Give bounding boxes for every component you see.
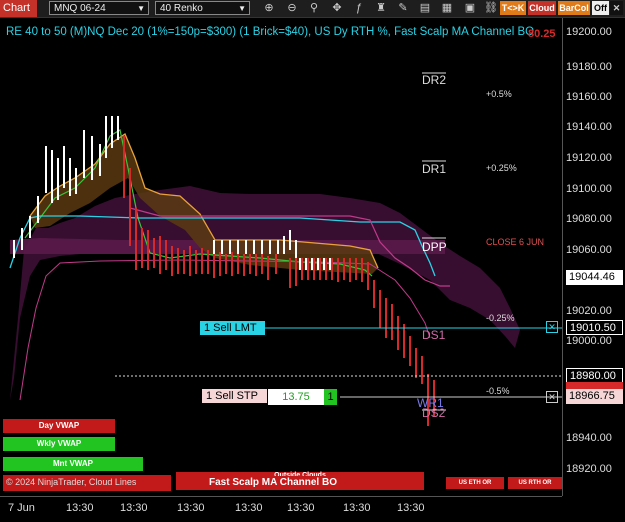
crosshair-icon[interactable]: ✥: [330, 1, 344, 15]
cancel-stp-icon[interactable]: ✕: [546, 391, 558, 403]
y-tick: 19060.00: [566, 244, 612, 256]
chevron-down-icon: ▼: [238, 4, 246, 13]
tck-button[interactable]: T<>K: [500, 1, 526, 15]
y-tick: 19140.00: [566, 121, 612, 133]
y-tick: 19120.00: [566, 152, 612, 164]
off-button[interactable]: Off: [592, 1, 609, 15]
strategy-icon[interactable]: ♜: [374, 1, 388, 15]
current-price-box: 19044.46: [566, 270, 623, 285]
pct-plus-025: +0.25%: [486, 163, 517, 173]
y-tick: 19180.00: [566, 61, 612, 73]
stp-qty[interactable]: 1: [324, 389, 337, 405]
sell-stp-order[interactable]: 1 Sell STP: [202, 389, 267, 403]
cloud-button[interactable]: Cloud: [528, 1, 556, 15]
stp-price-box: 18966.75: [566, 389, 623, 404]
day-vwap-badge: Day VWAP: [3, 419, 115, 433]
pct-minus-025: -0.25%: [486, 313, 515, 323]
x-tick: 13:30: [397, 502, 425, 514]
y-tick: 19100.00: [566, 183, 612, 195]
bar-type-value: 40 Renko: [160, 3, 203, 14]
us-eth-or-badge: US ETH OR: [446, 477, 504, 489]
cancel-lmt-icon[interactable]: ✕: [546, 321, 558, 333]
data-box-icon[interactable]: ▦: [440, 1, 454, 15]
zoom-in-icon[interactable]: ⊕: [262, 1, 276, 15]
y-tick: 19080.00: [566, 213, 612, 225]
red-bricks: [123, 136, 435, 426]
x-tick: 13:30: [287, 502, 315, 514]
x-tick: 13:30: [235, 502, 263, 514]
chart-title: RE 40 to 50 (M)NQ Dec 20 (1%=150p=$300) …: [6, 26, 535, 38]
y-tick: 19000.00: [566, 335, 612, 347]
wkly-vwap-badge: Wkly VWAP: [3, 437, 115, 451]
line-price-box: 18980.00: [566, 368, 623, 383]
stp-value: 13.75: [268, 389, 324, 405]
y-tick: 19160.00: [566, 91, 612, 103]
x-tick: 13:30: [343, 502, 371, 514]
dpp-label: DPP: [422, 240, 447, 254]
instrument-value: MNQ 06-24: [54, 3, 106, 14]
x-tick: 7 Jun: [8, 502, 35, 514]
close-label: CLOSE 6 JUN: [486, 237, 545, 247]
dr2-label: DR2: [422, 73, 447, 87]
price-axis[interactable]: [562, 18, 625, 496]
red-price-overlay: 80.25: [528, 28, 556, 40]
pct-minus-05: -0.5%: [486, 386, 510, 396]
bar-type-selector[interactable]: 40 Renko ▼: [155, 1, 250, 15]
y-tick: 18940.00: [566, 432, 612, 444]
copyright-text: © 2024 NinjaTrader, Cloud Lines: [6, 477, 137, 487]
barcol-button[interactable]: BarCol: [558, 1, 590, 15]
lmt-price-box: 19010.50: [566, 320, 623, 335]
wr1-label: WR1: [417, 396, 444, 410]
link-icon[interactable]: ⛓: [484, 1, 498, 15]
y-tick: 18920.00: [566, 463, 612, 475]
x-tick: 13:30: [177, 502, 205, 514]
close-icon[interactable]: ✕: [610, 1, 623, 15]
window-list-icon[interactable]: ▣: [463, 1, 477, 15]
magnifier-icon[interactable]: ⚲: [307, 1, 321, 15]
x-tick: 13:30: [120, 502, 148, 514]
drawing-tools-icon[interactable]: ✎: [396, 1, 410, 15]
sell-lmt-order[interactable]: 1 Sell LMT: [200, 321, 265, 335]
chevron-down-icon: ▼: [137, 4, 145, 13]
pct-plus-05: +0.5%: [486, 89, 512, 99]
mnt-vwap-badge: Mnt VWAP: [3, 457, 143, 471]
x-tick: 13:30: [66, 502, 94, 514]
chart-tab[interactable]: Chart: [0, 0, 37, 17]
indicators-icon[interactable]: ƒ: [352, 1, 366, 15]
zoom-out-icon[interactable]: ⊖: [285, 1, 299, 15]
fast-scalp-badge: Fast Scalp MA Channel BO: [206, 476, 340, 490]
ds1-label: DS1: [422, 328, 446, 342]
properties-icon[interactable]: ▤: [418, 1, 432, 15]
y-tick: 19020.00: [566, 305, 612, 317]
y-tick: 19200.00: [566, 26, 612, 38]
toolbar: Chart MNQ 06-24 ▼ 40 Renko ▼ ⊕ ⊖ ⚲ ✥ ƒ ♜ ✎…: [0, 0, 625, 18]
dr1-label: DR1: [422, 162, 447, 176]
instrument-selector[interactable]: MNQ 06-24 ▼: [49, 1, 149, 15]
us-rth-or-badge: US RTH OR: [508, 477, 562, 489]
